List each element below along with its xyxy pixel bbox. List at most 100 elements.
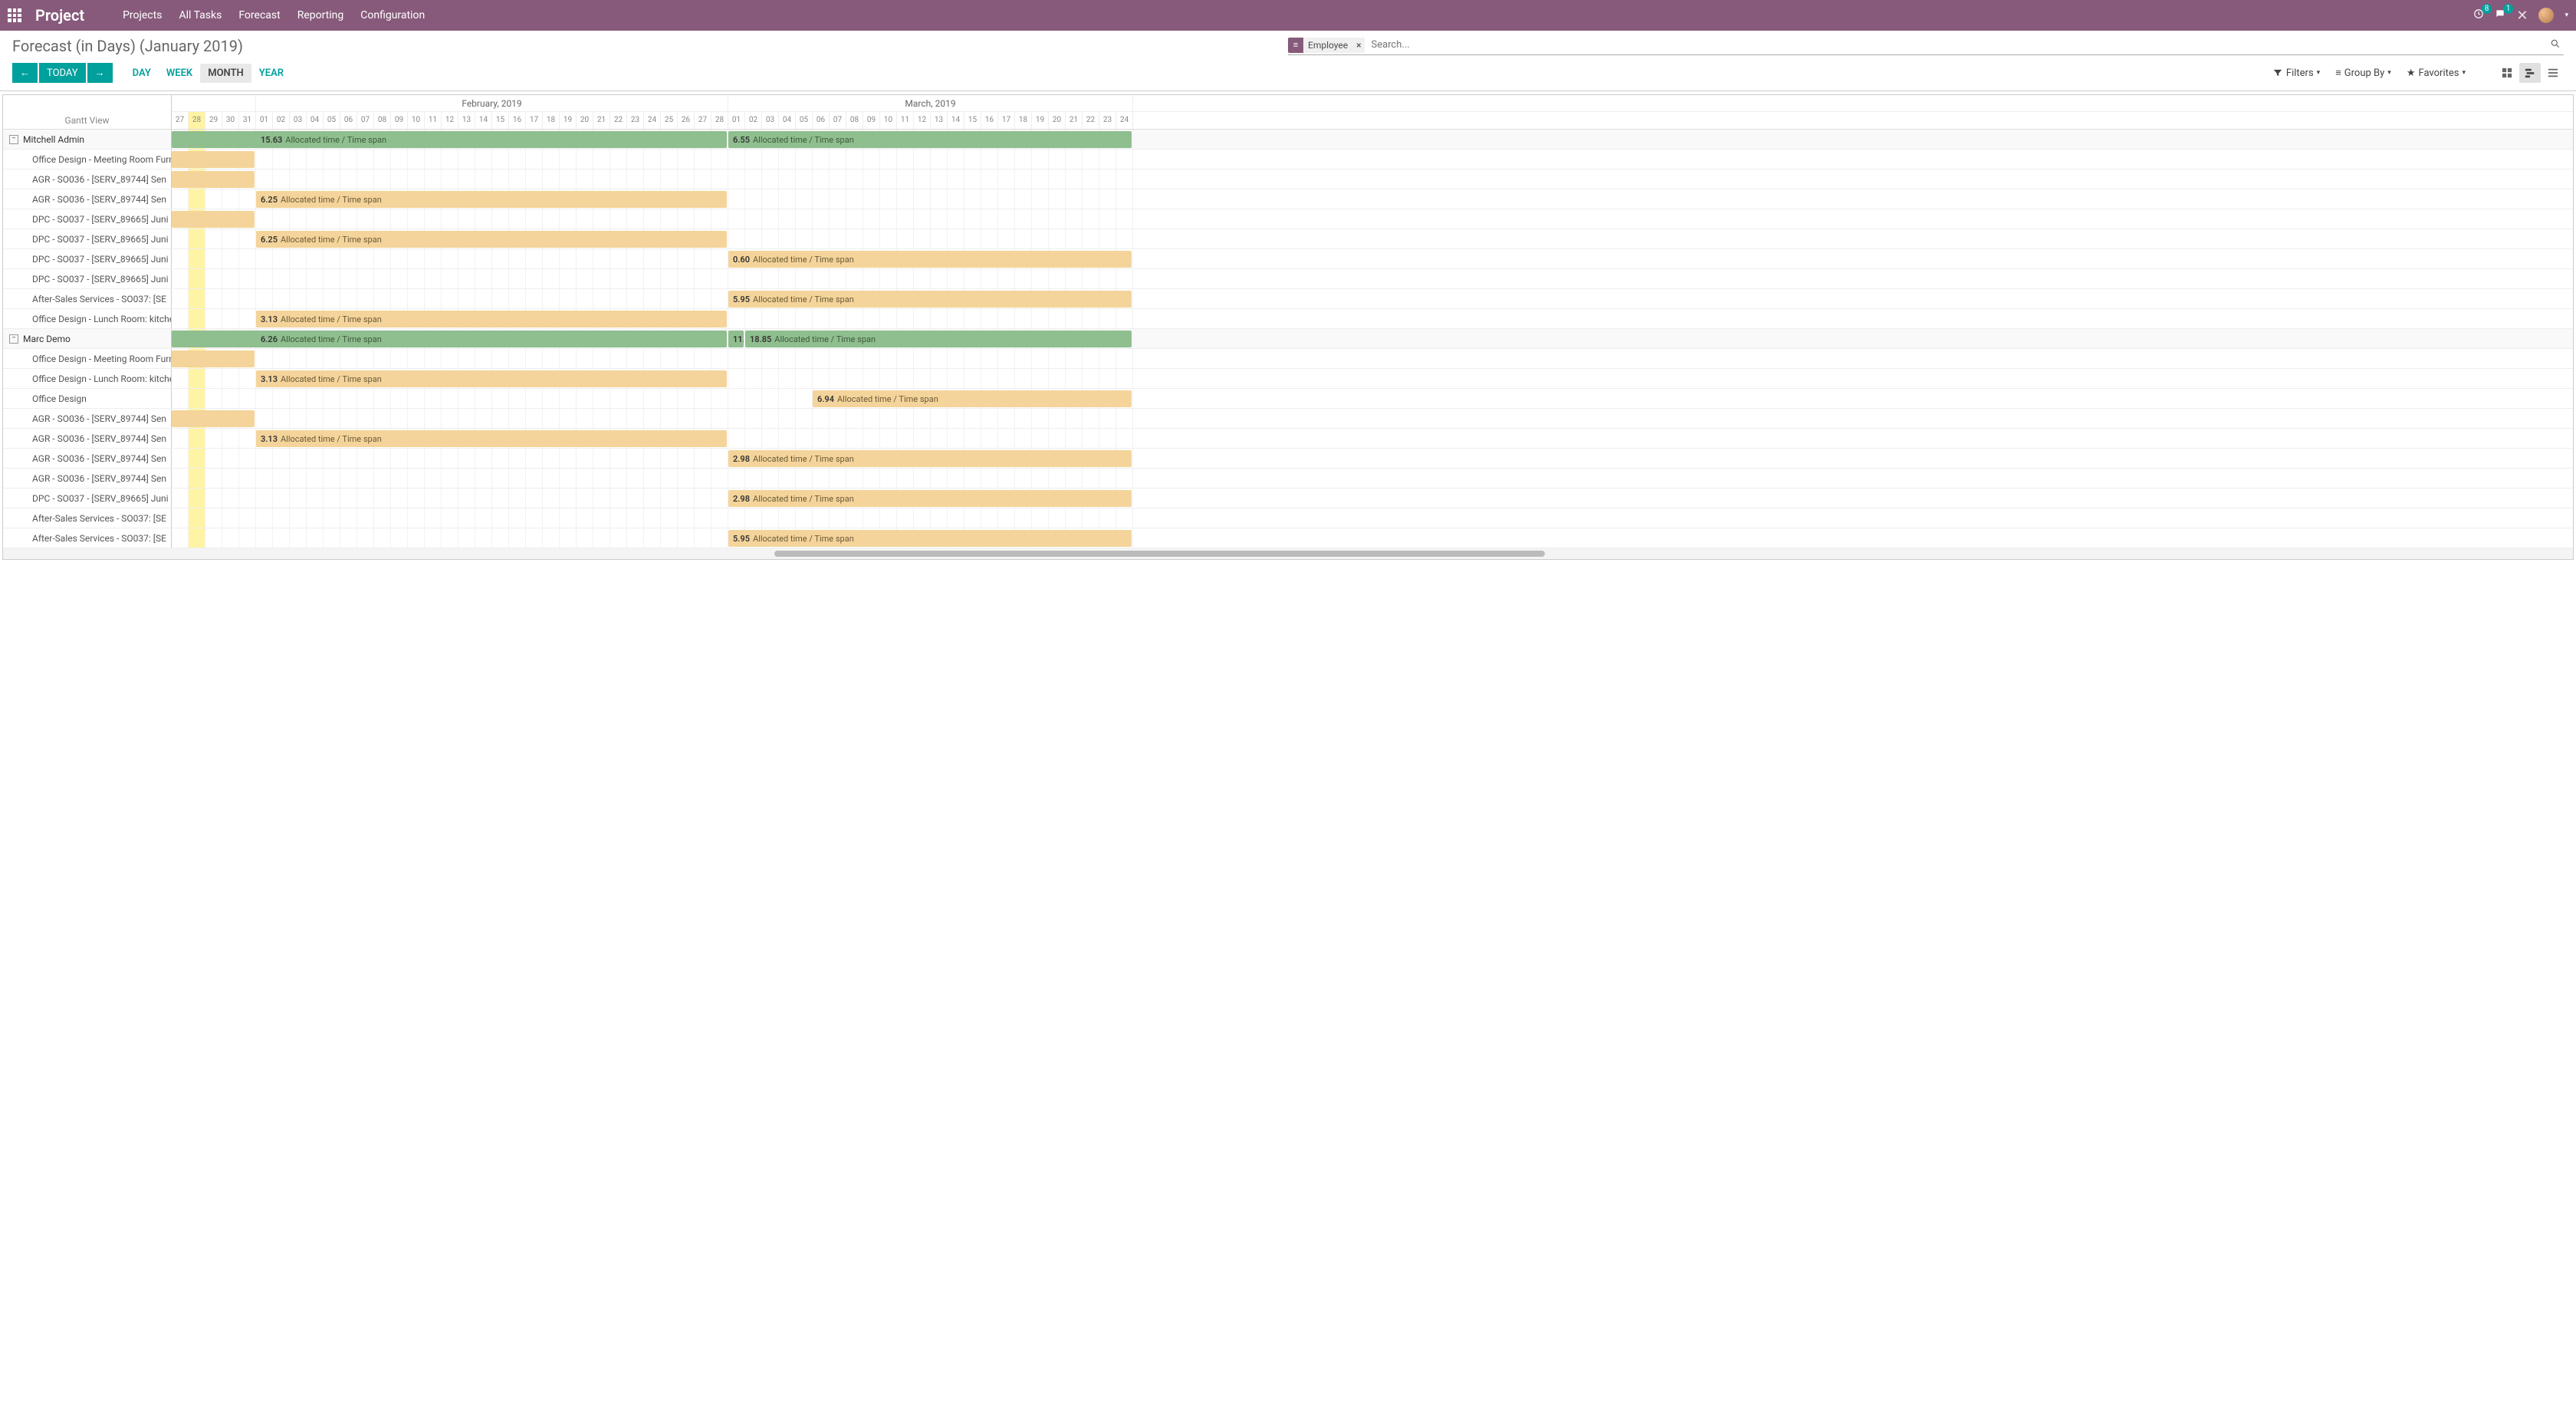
gantt-bar[interactable]: 6.94Allocated time / Time span bbox=[813, 390, 1132, 407]
task-label[interactable]: DPC - SO037 - [SERV_89665] Juni bbox=[3, 249, 172, 268]
bar-value: 3.13 bbox=[261, 434, 278, 444]
gantt-bar[interactable] bbox=[172, 171, 255, 188]
task-label[interactable]: AGR - SO036 - [SERV_89744] Sen bbox=[3, 189, 172, 209]
menu-forecast[interactable]: Forecast bbox=[238, 9, 280, 21]
view-switcher bbox=[2496, 63, 2564, 83]
kanban-view-button[interactable] bbox=[2496, 63, 2518, 83]
bar-text: Allocated time / Time span bbox=[281, 314, 382, 324]
task-label[interactable]: AGR - SO036 - [SERV_89744] Sen bbox=[3, 409, 172, 428]
bar-text: Allocated time / Time span bbox=[837, 394, 938, 404]
day-header: 24 bbox=[644, 112, 661, 129]
bar-value: 0.60 bbox=[733, 255, 750, 265]
group-name: Marc Demo bbox=[23, 334, 71, 344]
gantt-bar[interactable] bbox=[172, 211, 255, 228]
bar-value: 6.25 bbox=[261, 195, 278, 205]
gantt-bar[interactable]: 5.95Allocated time / Time span bbox=[728, 530, 1132, 547]
favorites-dropdown[interactable]: ★Favorites▾ bbox=[2407, 67, 2466, 79]
task-label[interactable]: DPC - SO037 - [SERV_89665] Juni bbox=[3, 229, 172, 248]
task-label[interactable]: Office Design bbox=[3, 389, 172, 408]
messages-icon[interactable]: 1 bbox=[2495, 8, 2505, 22]
task-label[interactable]: Office Design - Meeting Room Furn bbox=[3, 150, 172, 169]
gantt-bar[interactable]: 6.55Allocated time / Time span bbox=[728, 131, 1132, 148]
activities-icon[interactable]: 8 bbox=[2473, 8, 2484, 22]
day-header: 04 bbox=[307, 112, 324, 129]
user-avatar[interactable] bbox=[2538, 8, 2554, 23]
search-icon[interactable] bbox=[2547, 38, 2564, 52]
apps-icon[interactable] bbox=[8, 8, 21, 22]
task-label[interactable]: After-Sales Services - SO037: [SE bbox=[3, 508, 172, 528]
gantt-task-row: After-Sales Services - SO037: [SE 5.95All… bbox=[3, 289, 2573, 309]
gantt-bar[interactable]: 3.13Allocated time / Time span bbox=[256, 430, 727, 447]
menu-configuration[interactable]: Configuration bbox=[360, 9, 425, 21]
day-header: 03 bbox=[762, 112, 779, 129]
prev-button[interactable]: ← bbox=[12, 63, 38, 83]
gantt-bar[interactable] bbox=[172, 151, 255, 168]
search-input[interactable] bbox=[1368, 38, 2547, 52]
day-header: 14 bbox=[475, 112, 492, 129]
bar-value: 5.95 bbox=[733, 294, 750, 304]
gantt-bar[interactable]: 0.60Allocated time / Time span bbox=[728, 251, 1132, 268]
next-button[interactable]: → bbox=[87, 63, 113, 83]
day-header: 12 bbox=[914, 112, 931, 129]
day-header: 23 bbox=[627, 112, 644, 129]
gantt-bar[interactable]: 6.25Allocated time / Time span bbox=[256, 231, 727, 248]
gantt-bar[interactable]: 6.26Allocated time / Time span bbox=[172, 331, 727, 347]
close-icon[interactable]: ✕ bbox=[2516, 8, 2528, 24]
list-view-button[interactable] bbox=[2542, 63, 2564, 83]
menu-reporting[interactable]: Reporting bbox=[297, 9, 344, 21]
groupby-dropdown[interactable]: ≡Group By▾ bbox=[2335, 67, 2391, 79]
gantt-view-button[interactable] bbox=[2519, 63, 2541, 83]
today-button[interactable]: TODAY bbox=[39, 63, 86, 83]
gantt-task-row: DPC - SO037 - [SERV_89665] Juni 0.60Alloc… bbox=[3, 249, 2573, 269]
scale-week[interactable]: WEEK bbox=[159, 64, 200, 83]
menu-all-tasks[interactable]: All Tasks bbox=[179, 9, 222, 21]
gantt-bar[interactable]: 3.13Allocated time / Time span bbox=[256, 370, 727, 387]
gantt-bar[interactable]: 6.25Allocated time / Time span bbox=[256, 191, 727, 208]
scrollbar-thumb[interactable] bbox=[774, 551, 1546, 557]
task-label[interactable]: DPC - SO037 - [SERV_89665] Juni bbox=[3, 489, 172, 508]
scale-year[interactable]: YEAR bbox=[251, 64, 291, 83]
task-label[interactable]: Office Design - Meeting Room Furn bbox=[3, 349, 172, 368]
day-header: 20 bbox=[1049, 112, 1066, 129]
gantt-task-row: DPC - SO037 - [SERV_89665] Juni bbox=[3, 209, 2573, 229]
task-label[interactable]: After-Sales Services - SO037: [SE bbox=[3, 289, 172, 308]
filters-dropdown[interactable]: Filters▾ bbox=[2272, 67, 2320, 79]
gantt-bar[interactable]: 15.63Allocated time / Time span bbox=[172, 131, 727, 148]
task-label[interactable]: AGR - SO036 - [SERV_89744] Sen bbox=[3, 469, 172, 488]
task-label[interactable]: After-Sales Services - SO037: [SE bbox=[3, 528, 172, 548]
task-label[interactable]: AGR - SO036 - [SERV_89744] Sen bbox=[3, 449, 172, 468]
horizontal-scrollbar[interactable] bbox=[3, 548, 2573, 559]
bar-text: Allocated time / Time span bbox=[281, 434, 382, 444]
gantt-bar[interactable] bbox=[172, 410, 255, 427]
gantt-task-row: DPC - SO037 - [SERV_89665] Juni 6.25Alloc… bbox=[3, 229, 2573, 249]
task-label[interactable]: DPC - SO037 - [SERV_89665] Juni bbox=[3, 269, 172, 288]
gantt-bar[interactable]: 2.98Allocated time / Time span bbox=[728, 450, 1132, 467]
bar-text: Allocated time / Time span bbox=[281, 195, 382, 205]
day-header: 25 bbox=[661, 112, 678, 129]
task-label[interactable]: AGR - SO036 - [SERV_89744] Sen bbox=[3, 169, 172, 189]
gantt-bar[interactable]: 3.13Allocated time / Time span bbox=[256, 311, 727, 327]
gantt-task-row: DPC - SO037 - [SERV_89665] Juni 2.98Alloc… bbox=[3, 489, 2573, 508]
scale-month[interactable]: MONTH bbox=[200, 64, 251, 83]
gantt-bar[interactable]: 11.91Allocated time / bbox=[728, 331, 744, 347]
search-bar: ≡ Employee × bbox=[1288, 38, 2564, 55]
collapse-icon[interactable]: − bbox=[9, 334, 18, 344]
day-header: 08 bbox=[846, 112, 863, 129]
menu-projects[interactable]: Projects bbox=[123, 9, 162, 21]
task-label[interactable]: Office Design - Lunch Room: kitche bbox=[3, 309, 172, 328]
nav-buttons: ← TODAY → bbox=[12, 63, 114, 83]
bar-value: 6.25 bbox=[261, 235, 278, 245]
task-label[interactable]: AGR - SO036 - [SERV_89744] Sen bbox=[3, 429, 172, 448]
gantt-bar[interactable] bbox=[172, 350, 255, 367]
bar-value: 3.13 bbox=[261, 374, 278, 384]
gantt-bar[interactable]: 18.85Allocated time / Time span bbox=[745, 331, 1132, 347]
gantt-bar[interactable]: 5.95Allocated time / Time span bbox=[728, 291, 1132, 308]
facet-remove[interactable]: × bbox=[1352, 40, 1365, 51]
user-menu-caret[interactable]: ▾ bbox=[2564, 12, 2568, 19]
scale-day[interactable]: DAY bbox=[125, 64, 159, 83]
task-label[interactable]: DPC - SO037 - [SERV_89665] Juni bbox=[3, 209, 172, 229]
collapse-icon[interactable]: − bbox=[9, 135, 18, 144]
gantt-group-row: −Marc Demo 6.26Allocated time / Time span… bbox=[3, 329, 2573, 349]
gantt-bar[interactable]: 2.98Allocated time / Time span bbox=[728, 490, 1132, 507]
task-label[interactable]: Office Design - Lunch Room: kitche bbox=[3, 369, 172, 388]
